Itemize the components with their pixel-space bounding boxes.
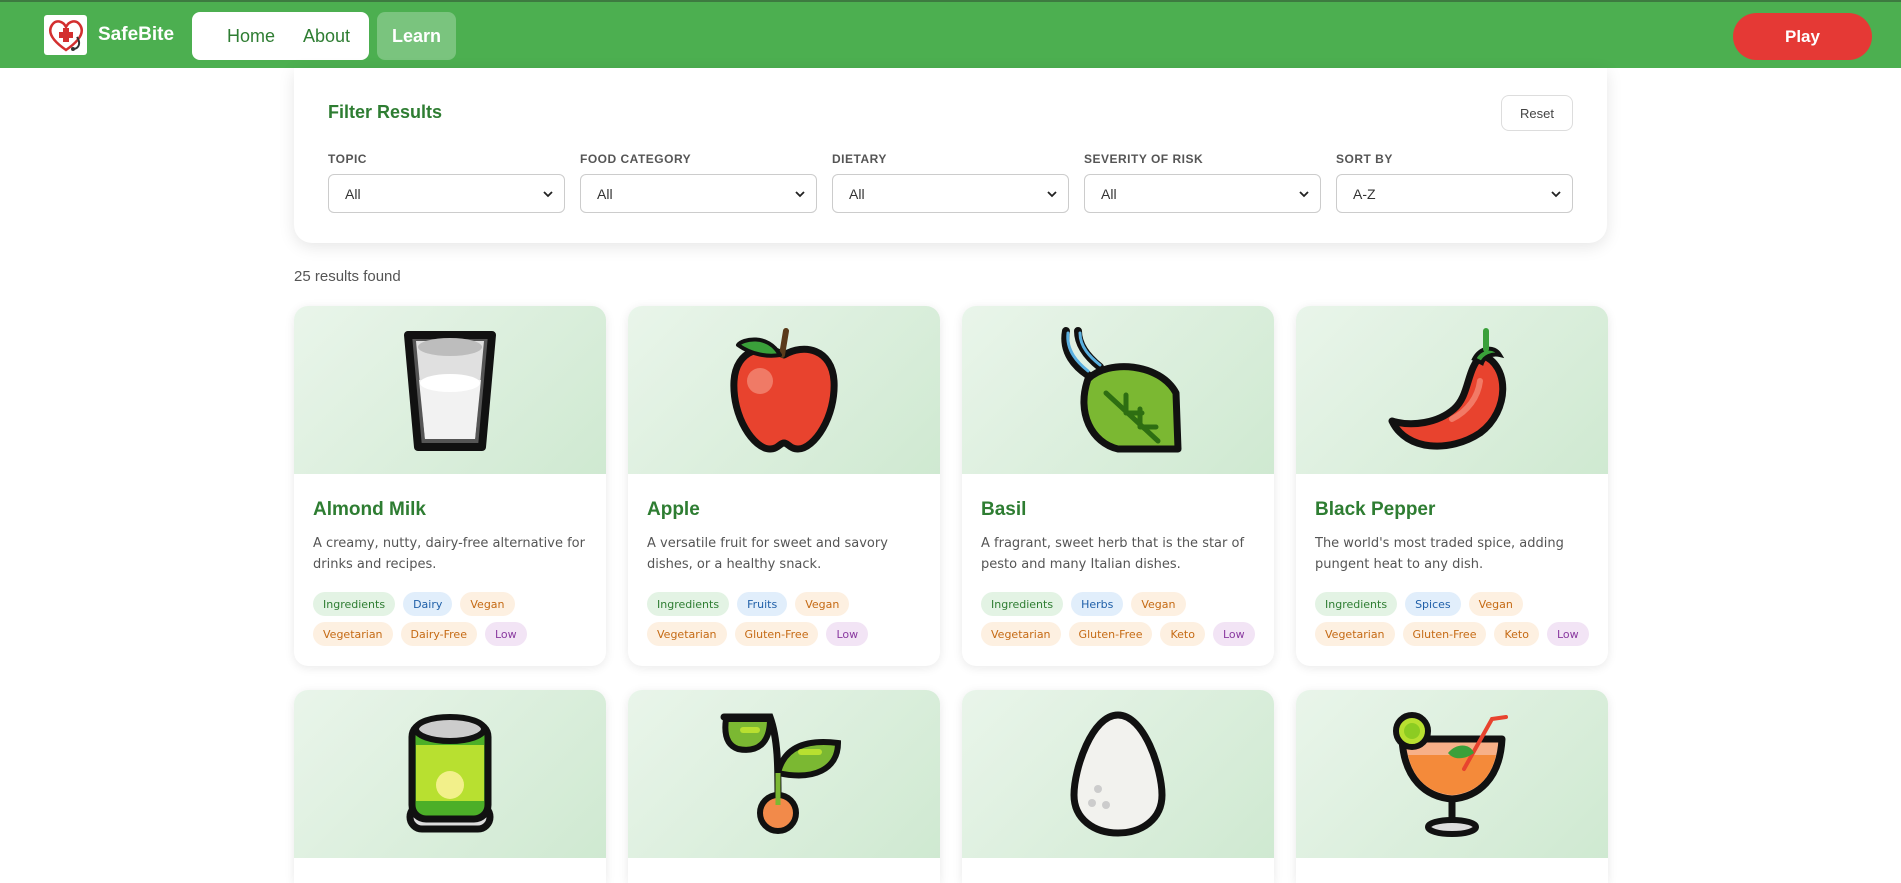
tag-dietary: Gluten-Free [734, 622, 819, 646]
filter-label: SORT BY [1336, 152, 1393, 166]
nav-learn-button[interactable]: Learn [377, 12, 456, 60]
reset-button[interactable]: Reset [1501, 95, 1573, 131]
filter-label: DIETARY [832, 152, 887, 166]
card-tags: Ingredients Spices Vegan Vegetarian Glut… [1315, 592, 1600, 646]
tag-dietary: Vegetarian [981, 622, 1061, 646]
tag-dietary: Vegan [460, 592, 515, 616]
card-image [1296, 690, 1608, 858]
tag-risk: Low [1212, 622, 1255, 646]
tag-category: Fruits [737, 592, 788, 616]
card-title: Apple [647, 499, 700, 520]
sort-by-select[interactable]: A-Z [1336, 174, 1573, 213]
tag-topic: Ingredients [1315, 592, 1398, 616]
cocktail-icon [1393, 712, 1508, 837]
card-title: Basil [981, 499, 1027, 520]
herb-leaf-icon [1061, 327, 1182, 453]
chevron-down-icon [1299, 191, 1309, 198]
chevron-down-icon [1047, 191, 1057, 198]
tag-category: Herbs [1071, 592, 1124, 616]
filter-topic: TOPIC All [328, 152, 565, 213]
play-button[interactable]: Play [1733, 13, 1872, 60]
food-card[interactable] [294, 690, 606, 883]
food-card[interactable]: Basil A fragrant, sweet herb that is the… [962, 306, 1274, 666]
filter-dietary: DIETARY All [832, 152, 1069, 213]
brand-name: SafeBite [98, 24, 175, 45]
filter-sort-by: SORT BY A-Z [1336, 152, 1573, 213]
tag-dietary: Gluten-Free [1068, 622, 1153, 646]
card-tags: Ingredients Fruits Vegan Vegetarian Glut… [647, 592, 932, 646]
pepper-icon [1388, 328, 1507, 450]
food-card[interactable]: Apple A versatile fruit for sweet and sa… [628, 306, 940, 666]
card-tags: Ingredients Herbs Vegan Vegetarian Glute… [981, 592, 1266, 646]
tag-dietary: Vegetarian [1315, 622, 1395, 646]
card-title: Black Pepper [1315, 499, 1436, 520]
canned-food-icon [406, 714, 494, 833]
tag-risk: Low [484, 622, 527, 646]
card-image [628, 690, 940, 858]
severity-select[interactable]: All [1084, 174, 1321, 213]
card-title: Almond Milk [313, 499, 426, 520]
tag-dietary: Vegetarian [647, 622, 727, 646]
select-value: All [849, 185, 865, 202]
tag-dietary: Vegetarian [313, 622, 393, 646]
food-card[interactable]: Almond Milk A creamy, nutty, dairy-free … [294, 306, 606, 666]
card-tags: Ingredients Dairy Vegan Vegetarian Dairy… [313, 592, 598, 646]
card-image [962, 306, 1274, 474]
card-image [962, 690, 1274, 858]
sprout-icon [720, 713, 842, 834]
tag-risk: Low [826, 622, 869, 646]
food-card[interactable] [962, 690, 1274, 883]
card-image [628, 306, 940, 474]
filter-panel: Filter Results Reset TOPIC All FOOD CATE… [294, 68, 1607, 243]
tag-dietary: Keto [1494, 622, 1539, 646]
card-image [294, 690, 606, 858]
tag-dietary: Keto [1160, 622, 1205, 646]
top-navbar: SafeBite Home About Learn Play [0, 0, 1901, 68]
tag-topic: Ingredients [647, 592, 730, 616]
select-value: A-Z [1353, 185, 1376, 202]
tag-category: Spices [1405, 592, 1461, 616]
food-card[interactable] [1296, 690, 1608, 883]
filter-severity: SEVERITY OF RISK All [1084, 152, 1321, 213]
brand[interactable]: SafeBite [44, 15, 174, 55]
heart-stethoscope-logo-icon [44, 15, 87, 55]
food-card[interactable]: Black Pepper The world's most traded spi… [1296, 306, 1608, 666]
card-description: A creamy, nutty, dairy-free alternative … [313, 536, 585, 572]
filter-label: SEVERITY OF RISK [1084, 152, 1204, 166]
filter-food-category: FOOD CATEGORY All [580, 152, 817, 213]
tag-topic: Ingredients [981, 592, 1064, 616]
tag-dietary: Vegan [795, 592, 850, 616]
apple-icon [730, 328, 838, 453]
chevron-down-icon [543, 191, 553, 198]
tag-dietary: Vegan [1131, 592, 1186, 616]
select-value: All [597, 185, 613, 202]
tag-dietary: Vegan [1468, 592, 1523, 616]
filter-title: Filter Results [328, 102, 443, 122]
dietary-select[interactable]: All [832, 174, 1069, 213]
tag-dietary: Dairy-Free [400, 622, 477, 646]
card-description: The world's most traded spice, adding pu… [1315, 536, 1564, 572]
topic-select[interactable]: All [328, 174, 565, 213]
food-card[interactable] [628, 690, 940, 883]
tag-risk: Low [1546, 622, 1589, 646]
card-description: A versatile fruit for sweet and savory d… [647, 536, 888, 572]
milk-glass-icon [404, 331, 496, 451]
filter-label: FOOD CATEGORY [580, 152, 692, 166]
nav-about-button[interactable]: About [284, 12, 369, 60]
card-image [1296, 306, 1608, 474]
results-count: 25 results found [294, 268, 401, 285]
tag-topic: Ingredients [313, 592, 396, 616]
chevron-down-icon [1551, 191, 1561, 198]
filter-label: TOPIC [328, 152, 367, 166]
food-category-select[interactable]: All [580, 174, 817, 213]
card-description: A fragrant, sweet herb that is the star … [981, 536, 1245, 572]
select-value: All [345, 185, 361, 202]
tag-category: Dairy [403, 592, 453, 616]
chevron-down-icon [795, 191, 805, 198]
tag-dietary: Gluten-Free [1402, 622, 1487, 646]
egg-icon [1070, 711, 1166, 837]
select-value: All [1101, 185, 1117, 202]
card-image [294, 306, 606, 474]
